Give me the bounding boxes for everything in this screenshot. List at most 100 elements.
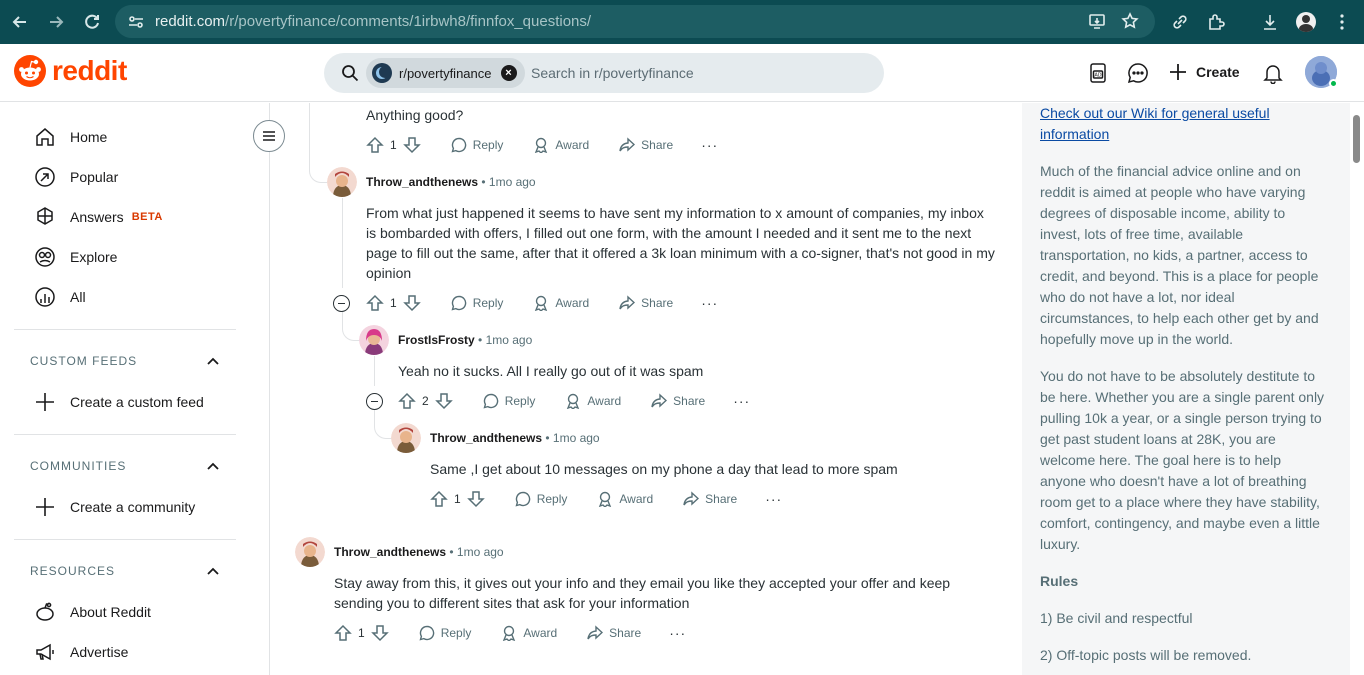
more-options-button[interactable]: ··· — [765, 491, 782, 507]
downvote-icon[interactable] — [370, 624, 389, 642]
notifications-bell-icon[interactable] — [1262, 62, 1284, 84]
reload-icon[interactable] — [82, 12, 102, 32]
search-bar[interactable]: r/povertyfinance × Search in r/povertyfi… — [324, 53, 884, 93]
user-avatar[interactable] — [1305, 56, 1338, 88]
upvote-icon[interactable] — [366, 294, 384, 312]
create-button[interactable]: Create — [1168, 62, 1240, 82]
reddit-logo[interactable]: reddit — [14, 55, 127, 87]
url-path: /r/povertyfinance/comments/1irbwh8/finnf… — [225, 13, 592, 30]
meta-separator: • — [449, 545, 454, 559]
site-settings-icon[interactable] — [127, 13, 145, 31]
share-button[interactable]: Share — [619, 137, 673, 153]
reply-button[interactable]: Reply — [451, 137, 503, 153]
address-bar[interactable]: reddit.com/r/povertyfinance/comments/1ir… — [115, 5, 1155, 38]
create-community-item[interactable]: Create a community — [14, 487, 236, 527]
more-options-button[interactable]: ··· — [669, 625, 686, 641]
award-button[interactable]: Award — [565, 393, 621, 409]
subreddit-icon — [372, 63, 392, 83]
forward-icon[interactable] — [46, 12, 66, 32]
award-button[interactable]: Award — [501, 625, 557, 641]
bookmark-star-icon[interactable] — [1121, 12, 1139, 30]
upvote-icon[interactable] — [334, 624, 352, 642]
award-button[interactable]: Award — [597, 491, 653, 507]
collapse-comment-button[interactable] — [366, 393, 383, 410]
rules-title: Rules — [1040, 573, 1079, 589]
award-label: Award — [555, 296, 590, 310]
back-icon[interactable] — [10, 12, 30, 32]
sidebar-item-answers[interactable]: Answers BETA — [14, 197, 236, 237]
comment-author[interactable]: Throw_andthenews • 1mo ago — [334, 545, 504, 559]
award-button[interactable]: Award — [533, 295, 589, 311]
reply-label: Reply — [472, 296, 504, 310]
downvote-icon[interactable] — [466, 490, 485, 508]
more-options-button[interactable]: ··· — [701, 295, 718, 311]
download-icon[interactable] — [1261, 13, 1279, 31]
more-options-button[interactable]: ··· — [733, 393, 750, 409]
sidebar-item-about-reddit[interactable]: About Reddit — [14, 592, 236, 632]
reply-button[interactable]: Reply — [419, 625, 471, 641]
upvote-icon[interactable] — [398, 392, 416, 410]
reply-label: Reply — [536, 492, 568, 506]
vote-controls: 1 — [366, 136, 421, 154]
clear-chip-icon[interactable]: × — [500, 65, 517, 81]
avatar[interactable] — [327, 167, 357, 197]
award-button[interactable]: Award — [533, 137, 589, 153]
page-scrollbar[interactable] — [1350, 103, 1364, 675]
wiki-link[interactable]: Check out our Wiki for general useful in… — [1040, 105, 1270, 142]
comment-time: 1mo ago — [488, 175, 536, 189]
search-input[interactable]: Search in r/povertyfinance — [531, 65, 694, 81]
description-paragraph: Much of the financial advice online and … — [1040, 163, 1319, 347]
avatar[interactable] — [391, 423, 421, 453]
reply-button[interactable]: Reply — [451, 295, 504, 311]
url-text: reddit.com/r/povertyfinance/comments/1ir… — [155, 13, 591, 30]
upvote-icon[interactable] — [366, 136, 384, 154]
vote-controls: 2 — [398, 392, 453, 410]
reddit-header: reddit r/povertyfinance × Search in r/po… — [0, 44, 1364, 102]
avatar[interactable] — [359, 325, 389, 355]
share-button[interactable]: Share — [619, 295, 673, 311]
comment-author[interactable]: Throw_andthenews • 1mo ago — [366, 175, 536, 189]
sidebar-item-advertise[interactable]: Advertise — [14, 632, 236, 672]
subreddit-search-chip[interactable]: r/povertyfinance × — [366, 58, 525, 88]
share-icon — [587, 625, 604, 640]
share-button[interactable]: Share — [651, 393, 705, 409]
comment-author[interactable]: FrostIsFrosty • 1mo ago — [398, 333, 532, 347]
downvote-icon[interactable] — [434, 392, 453, 410]
sidebar-item-all[interactable]: All — [14, 277, 236, 317]
meta-separator: • — [478, 333, 483, 347]
resources-header[interactable]: RESOURCES — [30, 564, 220, 578]
share-button[interactable]: Share — [683, 491, 737, 507]
subreddit-chip-label: r/povertyfinance — [399, 65, 492, 81]
reply-button[interactable]: Reply — [483, 393, 536, 409]
reply-label: Reply — [504, 394, 536, 408]
award-icon — [535, 295, 548, 311]
link-icon[interactable] — [1171, 13, 1189, 31]
more-options-button[interactable]: ··· — [701, 137, 718, 153]
comment-author[interactable]: Throw_andthenews • 1mo ago — [430, 431, 600, 445]
advertise-icon[interactable]: AD — [1087, 62, 1109, 84]
scrollbar-thumb[interactable] — [1353, 115, 1360, 163]
comment-text: Same ,I get about 10 messages on my phon… — [430, 461, 898, 477]
collapse-comment-button[interactable] — [333, 295, 350, 312]
avatar[interactable] — [295, 537, 325, 567]
install-app-icon[interactable] — [1088, 12, 1106, 30]
profile-avatar-icon[interactable] — [1296, 12, 1316, 32]
create-custom-feed-item[interactable]: Create a custom feed — [14, 382, 236, 422]
rule-item[interactable]: 1) Be civil and respectful — [1040, 608, 1325, 629]
chat-icon[interactable] — [1127, 62, 1149, 84]
custom-feeds-header[interactable]: CUSTOM FEEDS — [30, 354, 220, 368]
downvote-icon[interactable] — [402, 136, 421, 154]
thread-line — [374, 356, 375, 386]
reply-button[interactable]: Reply — [515, 491, 568, 507]
sidebar-item-explore[interactable]: Explore — [14, 237, 236, 277]
communities-header[interactable]: COMMUNITIES — [30, 459, 220, 473]
sidebar-item-popular[interactable]: Popular — [14, 157, 236, 197]
share-button[interactable]: Share — [587, 625, 641, 641]
downvote-icon[interactable] — [402, 294, 421, 312]
extensions-icon[interactable] — [1207, 13, 1225, 31]
rule-item[interactable]: 2) Off-topic posts will be removed. — [1040, 645, 1325, 666]
url-host: reddit.com — [155, 13, 226, 30]
browser-menu-icon[interactable] — [1333, 13, 1351, 31]
upvote-icon[interactable] — [430, 490, 448, 508]
sidebar-item-home[interactable]: Home — [14, 117, 236, 157]
